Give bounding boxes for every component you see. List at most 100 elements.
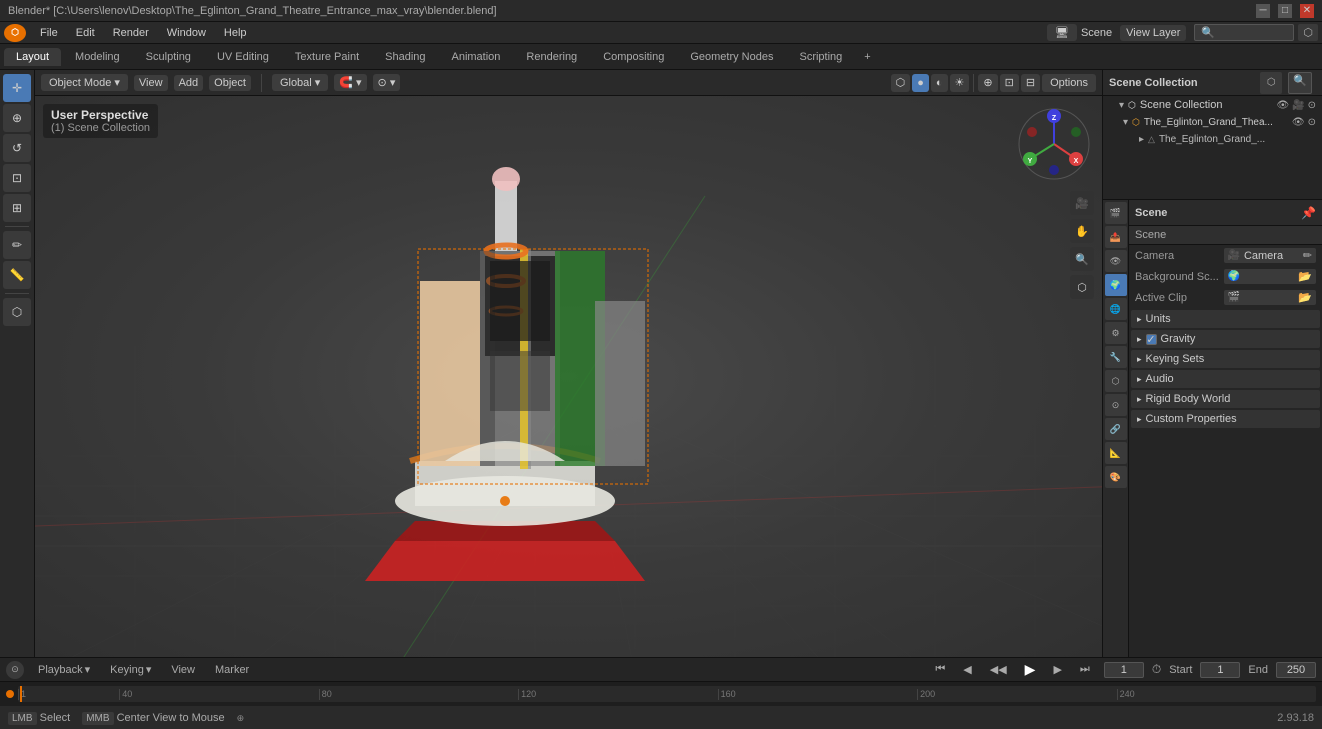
- camera-icon[interactable]: 🎥: [1292, 100, 1304, 111]
- transform-dropdown[interactable]: Global ▾: [272, 74, 328, 91]
- menu-edit[interactable]: Edit: [68, 25, 103, 41]
- current-frame-input[interactable]: [1104, 662, 1144, 678]
- keying-sets-header[interactable]: ▸ Keying Sets: [1131, 350, 1320, 368]
- tab-shading[interactable]: Shading: [373, 48, 437, 66]
- move-tool[interactable]: ⊕: [3, 104, 31, 132]
- camera-value[interactable]: 🎥 Camera ✏: [1224, 248, 1317, 263]
- tab-rendering[interactable]: Rendering: [514, 48, 589, 66]
- minimize-button[interactable]: ─: [1256, 4, 1270, 18]
- next-frame-btn[interactable]: ▶: [1047, 661, 1067, 678]
- object-mode-dropdown[interactable]: Object Mode ▾: [41, 74, 128, 91]
- viewport-shading-wireframe[interactable]: ⬡: [891, 74, 911, 92]
- timeline-bar[interactable]: 1 40 80 120 160 200 240: [0, 682, 1322, 706]
- tab-animation[interactable]: Animation: [440, 48, 513, 66]
- playback-menu[interactable]: Playback ▾: [32, 661, 96, 678]
- bg-scene-browse-btn[interactable]: 📂: [1298, 270, 1312, 283]
- gravity-section-header[interactable]: ▸ ✓ Gravity: [1131, 330, 1320, 348]
- menu-file[interactable]: File: [32, 25, 66, 41]
- particles-props-btn[interactable]: ⬡: [1105, 370, 1127, 392]
- workspace-selector[interactable]: 🖥: [1047, 24, 1077, 41]
- menu-help[interactable]: Help: [216, 25, 255, 41]
- blender-logo[interactable]: ⬡: [4, 24, 26, 42]
- filter-icon[interactable]: ⬡: [1298, 24, 1318, 41]
- outliner-search[interactable]: 🔍: [1288, 72, 1312, 94]
- snap-button[interactable]: 🧲 ▾: [334, 74, 366, 91]
- options-btn[interactable]: Options: [1042, 74, 1096, 92]
- marker-menu[interactable]: Marker: [209, 662, 255, 678]
- rigid-body-header[interactable]: ▸ Rigid Body World: [1131, 390, 1320, 408]
- tab-texture-paint[interactable]: Texture Paint: [283, 48, 371, 66]
- menu-window[interactable]: Window: [159, 25, 214, 41]
- measure-tool[interactable]: 📏: [3, 261, 31, 289]
- search-bar[interactable]: 🔍: [1194, 24, 1294, 41]
- render-props-btn[interactable]: 🎬: [1105, 202, 1127, 224]
- viewport-add-menu[interactable]: Add: [174, 75, 204, 91]
- scale-tool[interactable]: ⊡: [3, 164, 31, 192]
- maximize-button[interactable]: □: [1278, 4, 1292, 18]
- keying-menu[interactable]: Keying ▾: [104, 661, 157, 678]
- zoom-btn[interactable]: 🔍: [1070, 247, 1094, 271]
- hand-tool-btn[interactable]: ✋: [1070, 219, 1094, 243]
- object-props-btn[interactable]: ⚙: [1105, 322, 1127, 344]
- tab-layout[interactable]: Layout: [4, 48, 61, 66]
- viewport[interactable]: Object Mode ▾ View Add Object Global ▾ 🧲…: [35, 70, 1102, 657]
- scene-collection-item[interactable]: ▾ ⬡ Scene Collection 👁 🎥 ⊙: [1103, 96, 1322, 114]
- jump-end-btn[interactable]: ⏭: [1074, 661, 1096, 678]
- custom-props-header[interactable]: ▸ Custom Properties: [1131, 410, 1320, 428]
- prev-frame-btn[interactable]: ◀: [957, 661, 977, 678]
- collection-btn[interactable]: ⬡: [1070, 275, 1094, 299]
- menu-render[interactable]: Render: [105, 25, 157, 41]
- tab-scripting[interactable]: Scripting: [787, 48, 854, 66]
- annotate-tool[interactable]: ✏: [3, 231, 31, 259]
- play-reverse-btn[interactable]: ◀◀: [984, 661, 1013, 678]
- viewport-canvas[interactable]: User Perspective (1) Scene Collection Z …: [35, 96, 1102, 657]
- world-props-btn[interactable]: 🌐: [1105, 298, 1127, 320]
- play-btn[interactable]: ▶: [1019, 659, 1042, 680]
- view-layer-props-btn[interactable]: 👁: [1105, 250, 1127, 272]
- view-layer-btn[interactable]: View Layer: [1120, 25, 1186, 41]
- props-pin-btn[interactable]: 📌: [1301, 206, 1316, 220]
- material-props-btn[interactable]: 🎨: [1105, 466, 1127, 488]
- bg-scene-value[interactable]: 🌍 📂: [1224, 269, 1317, 284]
- camera-edit-btn[interactable]: ✏: [1303, 249, 1312, 262]
- timeline-view-menu[interactable]: View: [165, 662, 201, 678]
- navigation-gizmo[interactable]: Z X Y: [1014, 104, 1094, 184]
- proportional-edit[interactable]: ⊙ ▾: [373, 74, 401, 91]
- camera-view-btn[interactable]: 🎥: [1070, 191, 1094, 215]
- tab-uv-editing[interactable]: UV Editing: [205, 48, 281, 66]
- show-gizmo[interactable]: ⊕: [978, 74, 997, 92]
- physics-props-btn[interactable]: ⊙: [1105, 394, 1127, 416]
- tab-modeling[interactable]: Modeling: [63, 48, 132, 66]
- visibility-icon[interactable]: 👁: [1276, 100, 1289, 111]
- modifier-props-btn[interactable]: 🔧: [1105, 346, 1127, 368]
- add-object-tool[interactable]: ⬡: [3, 298, 31, 326]
- output-props-btn[interactable]: 📤: [1105, 226, 1127, 248]
- collection-main[interactable]: ▾ ⬡ The_Eglinton_Grand_Thea... 👁 ⊙: [1119, 114, 1322, 131]
- tab-geometry-nodes[interactable]: Geometry Nodes: [678, 48, 785, 66]
- viewport-view-menu[interactable]: View: [134, 75, 168, 91]
- viewport-shading-rendered[interactable]: ☀: [950, 74, 970, 92]
- viewport-shading-material[interactable]: ◐: [931, 74, 948, 92]
- cursor-tool[interactable]: ✛: [3, 74, 31, 102]
- tab-compositing[interactable]: Compositing: [591, 48, 676, 66]
- end-frame-input[interactable]: [1276, 662, 1316, 678]
- xray-toggle[interactable]: ⊟: [1021, 74, 1040, 92]
- close-button[interactable]: ✕: [1300, 4, 1314, 18]
- item-render-icon[interactable]: ⊙: [1308, 117, 1316, 128]
- viewport-shading-solid[interactable]: ●: [912, 74, 929, 92]
- render-icon[interactable]: ⊙: [1308, 100, 1316, 111]
- tab-sculpting[interactable]: Sculpting: [134, 48, 203, 66]
- item-visibility-icon[interactable]: 👁: [1292, 117, 1305, 128]
- units-section-header[interactable]: ▸ Units: [1131, 310, 1320, 328]
- sub-collection[interactable]: ▸ △ The_Eglinton_Grand_...: [1119, 131, 1322, 148]
- transform-tool[interactable]: ⊞: [3, 194, 31, 222]
- audio-header[interactable]: ▸ Audio: [1131, 370, 1320, 388]
- constraints-props-btn[interactable]: 🔗: [1105, 418, 1127, 440]
- tab-add-button[interactable]: +: [856, 48, 878, 66]
- show-overlays[interactable]: ⊡: [1000, 74, 1019, 92]
- start-frame-input[interactable]: [1200, 662, 1240, 678]
- viewport-object-menu[interactable]: Object: [209, 75, 251, 91]
- clip-browse-btn[interactable]: 📂: [1298, 291, 1312, 304]
- rotate-tool[interactable]: ↺: [3, 134, 31, 162]
- active-clip-value[interactable]: 🎬 📂: [1224, 290, 1317, 305]
